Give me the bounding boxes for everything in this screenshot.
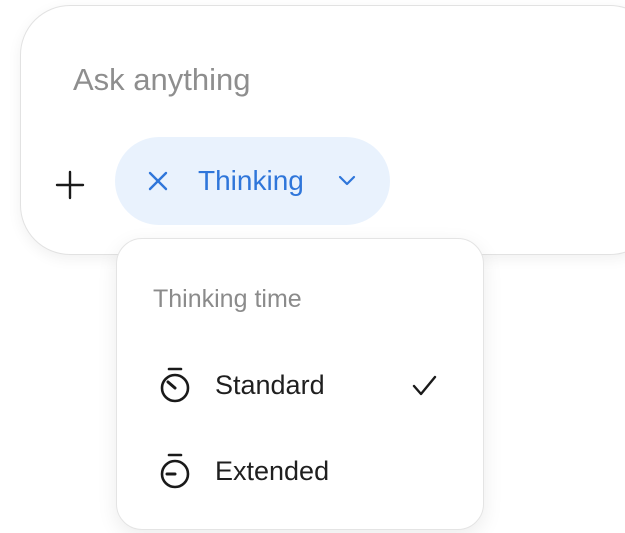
menu-item-label: Standard [215,370,325,400]
prompt-input[interactable] [73,56,593,104]
chevron-down-icon [338,175,356,186]
thinking-mode-pill[interactable]: Thinking [115,137,390,225]
pill-remove-button[interactable] [143,166,173,196]
pill-label: Thinking [198,165,304,196]
plus-icon [55,170,85,200]
checkmark-icon [412,375,437,396]
app-canvas: Thinking Thinking time Standard Extend [0,0,625,533]
menu-item-label: Extended [215,456,330,486]
close-icon [148,171,168,191]
menu-item-extended[interactable]: Extended [117,437,483,507]
thinking-time-menu: Thinking time Standard Extended [116,238,484,530]
timer-icon [160,367,190,403]
menu-item-standard[interactable]: Standard [117,351,483,421]
add-button[interactable] [48,163,92,207]
menu-header: Thinking time [153,285,302,313]
timer-icon [160,453,190,489]
